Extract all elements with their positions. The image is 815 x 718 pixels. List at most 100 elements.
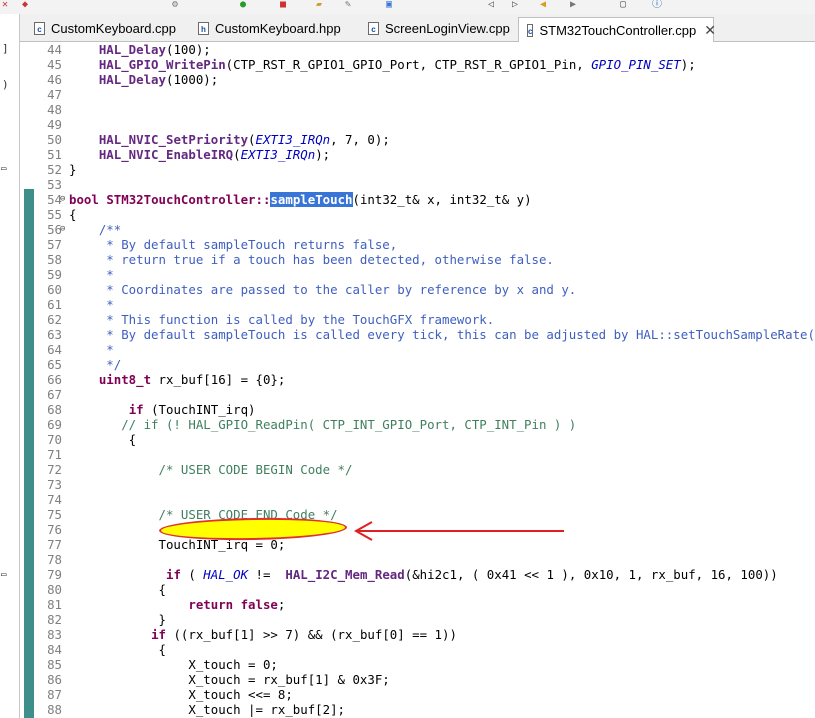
code-line: 54 ⊖ bool STM32TouchController::sampleTouc… (20, 192, 815, 207)
line-number: 75 (47, 507, 62, 522)
line-number: 83 (47, 627, 62, 642)
code-line: 72 /* USER CODE BEGIN Code */ (20, 462, 815, 477)
code-text: X_touch = rx_buf[1] & 0x3F; (69, 672, 390, 687)
line-number: 44 (47, 42, 62, 57)
code-text: * return true if a touch has been detect… (69, 252, 554, 267)
code-line: 66 uint8_t rx_buf[16] = {0}; (20, 372, 815, 387)
left-panel-glyph: ) (2, 78, 9, 91)
back-nav-icon[interactable]: ◀ (540, 0, 546, 10)
code-text: HAL_GPIO_WritePin(CTP_RST_R_GPIO1_GPIO_P… (98, 57, 696, 72)
line-number: 49 (47, 117, 62, 132)
settings-icon[interactable]: ⚙ (172, 0, 178, 10)
code-text: { (69, 432, 137, 447)
line-number: 61 (47, 297, 62, 312)
line-number: 86 (47, 672, 62, 687)
code-line: 82 } (20, 612, 815, 627)
code-line: 60 * Coordinates are passed to the calle… (20, 282, 815, 297)
code-text: * Coordinates are passed to the caller b… (69, 282, 577, 297)
line-number: 67 (47, 387, 62, 402)
tab-stm32touchcontroller-cpp[interactable]: c STM32TouchController.cpp ✕ (518, 17, 716, 42)
code-text: * (69, 342, 114, 357)
debug-icon[interactable]: ✕ (2, 0, 8, 10)
code-text: { (69, 582, 166, 597)
line-number: 57 (47, 237, 62, 252)
code-text: /** (69, 222, 122, 237)
code-line: 51 HAL_NVIC_EnableIRQ(EXTI3_IRQn); (20, 147, 815, 162)
code-line: 69 // if (! HAL_GPIO_ReadPin( CTP_INT_GP… (20, 417, 815, 432)
line-number: 71 (47, 447, 62, 462)
code-line: 73 (20, 477, 815, 492)
cpp-file-icon: c (527, 23, 534, 37)
code-text: } (69, 162, 77, 177)
line-number: 76 (47, 522, 62, 537)
red-arrow-annotation (353, 521, 564, 541)
folder-icon[interactable]: ▰ (316, 0, 322, 10)
code-text: HAL_Delay(1000); (98, 72, 219, 87)
new-window-icon[interactable]: ▢ (620, 0, 626, 10)
line-number: 63 (47, 327, 62, 342)
build-icon[interactable]: ◆ (22, 0, 28, 10)
code-line: 64 * (20, 342, 815, 357)
left-panel-glyph: ] (2, 42, 9, 55)
info-icon[interactable]: ⓘ (652, 0, 662, 10)
code-text: * By default sampleTouch returns false, (69, 237, 398, 252)
line-number: 80 (47, 582, 62, 597)
tab-customkeyboard-cpp[interactable]: c CustomKeyboard.cpp (26, 17, 190, 40)
code-line: 88 X_touch |= rx_buf[2]; (20, 702, 815, 717)
line-number: 88 (47, 702, 62, 717)
line-number: 82 (47, 612, 62, 627)
code-line: 46 HAL_Delay(1000); (20, 72, 815, 87)
code-line: 87 X_touch <<= 8; (20, 687, 815, 702)
fold-toggle-icon[interactable]: ⊖ (60, 222, 65, 237)
run-icon[interactable]: ● (240, 0, 246, 10)
line-number: 81 (47, 597, 62, 612)
line-number: 87 (47, 687, 62, 702)
code-line: 67 (20, 387, 815, 402)
cpp-file-icon: c (34, 22, 45, 35)
code-line: 86 X_touch = rx_buf[1] & 0x3F; (20, 672, 815, 687)
code-line: 52} (20, 162, 815, 177)
editor-tab-bar: c CustomKeyboard.cpp h CustomKeyboard.hp… (20, 14, 815, 42)
line-number: 47 (47, 87, 62, 102)
selected-text: sampleTouch (270, 192, 353, 207)
code-line: 78 (20, 552, 815, 567)
cpp-file-icon: c (368, 22, 379, 35)
code-editor[interactable]: 44 HAL_Delay(100); 45 HAL_GPIO_WritePin(C… (20, 42, 815, 718)
minimize-icon[interactable]: ▭ (1, 570, 6, 580)
line-number: 79 (47, 567, 62, 582)
code-line: 83 if ((rx_buf[1] >> 7) && (rx_buf[0] ==… (20, 627, 815, 642)
code-line: 58 * return true if a touch has been det… (20, 252, 815, 267)
stop-icon[interactable]: ■ (280, 0, 286, 10)
line-number: 73 (47, 477, 62, 492)
code-text: * By default sampleTouch is called every… (69, 327, 815, 342)
code-text: /* USER CODE BEGIN Code */ (69, 462, 353, 477)
code-text: HAL_NVIC_EnableIRQ(EXTI3_IRQn); (98, 147, 331, 162)
code-text: if (TouchINT_irq) (128, 402, 256, 417)
code-text: } (69, 612, 166, 627)
back-icon[interactable]: ◁ (488, 0, 494, 10)
line-number: 68 (47, 402, 62, 417)
tab-screenloginview-cpp[interactable]: c ScreenLoginView.cpp (360, 17, 520, 40)
forward-nav-icon[interactable]: ▶ (570, 0, 576, 10)
code-line: 85 X_touch = 0; (20, 657, 815, 672)
code-line: 57 * By default sampleTouch returns fals… (20, 237, 815, 252)
code-line: 74 (20, 492, 815, 507)
highlight-toggle-icon[interactable]: ▣ (386, 0, 392, 10)
close-icon[interactable]: ✕ (704, 22, 716, 39)
code-text: bool STM32TouchController::sampleTouch(i… (69, 192, 532, 207)
tab-customkeyboard-hpp[interactable]: h CustomKeyboard.hpp (190, 17, 360, 40)
code-text: return false; (188, 597, 286, 612)
forward-icon[interactable]: ▷ (512, 0, 518, 10)
code-text: { (69, 207, 77, 222)
code-line: 79 if ( HAL_OK != HAL_I2C_Mem_Read(&hi2c… (20, 567, 815, 582)
line-number: 70 (47, 432, 62, 447)
pencil-icon[interactable]: ✎ (345, 0, 351, 10)
code-text: X_touch = 0; (69, 657, 278, 672)
code-line: 81 return false; (20, 597, 815, 612)
line-number: 52 (47, 162, 62, 177)
fold-toggle-icon[interactable]: ⊖ (60, 192, 65, 207)
code-text: HAL_Delay(100); (98, 42, 211, 57)
minimize-icon[interactable]: ▭ (1, 164, 6, 174)
code-line: 45 HAL_GPIO_WritePin(CTP_RST_R_GPIO1_GPI… (20, 57, 815, 72)
line-number: 77 (47, 537, 62, 552)
